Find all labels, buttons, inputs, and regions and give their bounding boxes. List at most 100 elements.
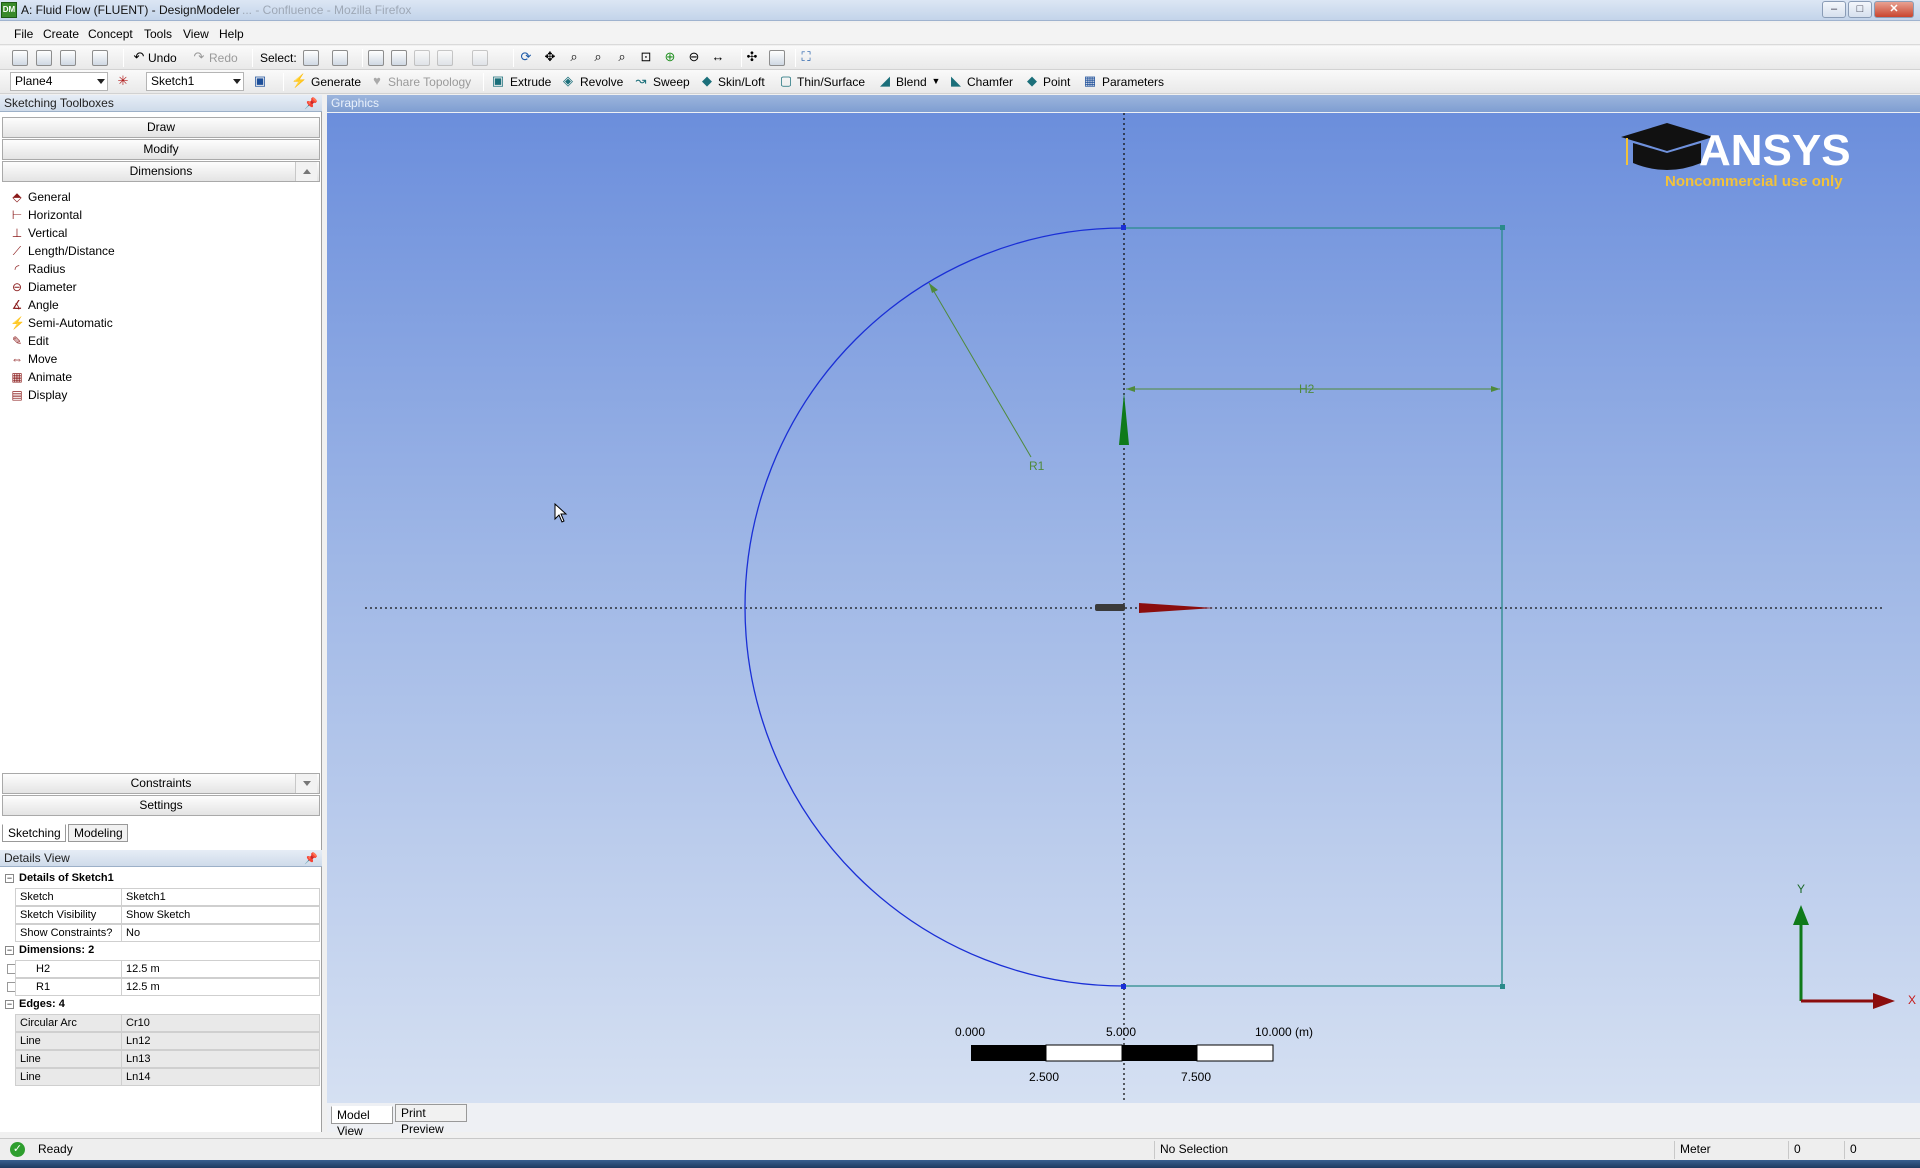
draw-section-button[interactable]: Draw bbox=[2, 117, 320, 138]
redo-button[interactable]: Redo bbox=[209, 51, 238, 65]
dimension-tool-horizontal[interactable]: ⊢ Horizontal bbox=[8, 206, 298, 224]
point-button[interactable]: Point bbox=[1043, 75, 1070, 89]
generate-icon[interactable]: ⚡ bbox=[291, 73, 307, 89]
sweep-icon[interactable]: ↝ bbox=[634, 73, 648, 89]
dimension-tool-move[interactable]: ⇔ Move bbox=[8, 350, 298, 368]
sketch-select[interactable]: Sketch1 bbox=[146, 72, 244, 91]
blend-icon[interactable]: ◢ bbox=[878, 73, 892, 89]
thin-surface-button[interactable]: Thin/Surface bbox=[797, 75, 865, 89]
zoom-fit-icon[interactable]: ⌕ bbox=[615, 49, 629, 65]
share-topology-icon[interactable]: ♥ bbox=[370, 73, 384, 89]
extend-selection-icon[interactable] bbox=[472, 50, 488, 66]
dimension-tool-display[interactable]: ▤ Display bbox=[8, 386, 298, 404]
share-topology-button[interactable]: Share Topology bbox=[388, 75, 471, 89]
screenshot-icon[interactable] bbox=[92, 50, 108, 66]
details-property-value[interactable]: Ln14 bbox=[121, 1068, 320, 1086]
dimension-tool-semi-automatic[interactable]: ⚡ Semi-Automatic bbox=[8, 314, 298, 332]
collapse-icon[interactable]: − bbox=[5, 874, 14, 883]
parameters-button[interactable]: Parameters bbox=[1102, 75, 1164, 89]
menu-view[interactable]: View bbox=[183, 27, 209, 41]
details-group-sketch[interactable]: − Details of Sketch1 bbox=[2, 870, 320, 888]
plane-select[interactable]: Plane4 bbox=[10, 72, 108, 91]
select-faces-icon[interactable] bbox=[414, 50, 430, 66]
blend-button[interactable]: Blend bbox=[896, 75, 927, 89]
tab-modeling[interactable]: Modeling bbox=[68, 824, 128, 842]
tab-model-view[interactable]: Model View bbox=[331, 1106, 393, 1138]
pin-icon[interactable]: 📌 bbox=[304, 851, 318, 867]
dimension-tool-edit[interactable]: ✎ Edit bbox=[8, 332, 298, 350]
constraints-section-button[interactable]: Constraints bbox=[2, 773, 320, 794]
details-property-value[interactable]: 12.5 m bbox=[121, 960, 320, 978]
scroll-down-icon[interactable] bbox=[295, 774, 317, 793]
details-group-dimensions[interactable]: − Dimensions: 2 bbox=[2, 942, 320, 960]
details-property-value[interactable]: No bbox=[121, 924, 320, 942]
details-property-value[interactable]: Cr10 bbox=[121, 1014, 320, 1032]
dimension-tool-animate[interactable]: ▦ Animate bbox=[8, 368, 298, 386]
menu-help[interactable]: Help bbox=[219, 27, 244, 41]
box-zoom-icon[interactable]: ⌕ bbox=[591, 49, 605, 65]
revolve-icon[interactable]: ◈ bbox=[561, 73, 575, 89]
details-property-value[interactable]: Sketch1 bbox=[121, 888, 320, 906]
dimension-r1-label[interactable]: R1 bbox=[1029, 459, 1045, 473]
select-new-icon[interactable] bbox=[303, 50, 319, 66]
dimension-tool-diameter[interactable]: ⊖ Diameter bbox=[8, 278, 298, 296]
sketch-vertex[interactable] bbox=[1121, 225, 1126, 230]
graphics-viewport[interactable]: H2 R1 0.000 5.000 10.000 (m) 2.500 7.500 bbox=[327, 113, 1920, 1103]
iso-view-icon[interactable] bbox=[769, 50, 785, 66]
sketch-vertex[interactable] bbox=[1500, 984, 1505, 989]
magnifier-icon[interactable]: ⊡ bbox=[639, 49, 653, 65]
dimension-tool-general[interactable]: ⬘ General bbox=[8, 188, 298, 206]
new-plane-icon[interactable]: ✳ bbox=[116, 73, 130, 89]
extrude-icon[interactable]: ▣ bbox=[491, 73, 505, 89]
chevron-down-icon[interactable]: ▼ bbox=[929, 73, 943, 89]
settings-section-button[interactable]: Settings bbox=[2, 795, 320, 816]
zoom-out-icon[interactable]: ⊖ bbox=[687, 49, 701, 65]
sketch-vertex[interactable] bbox=[1121, 984, 1126, 989]
look-at-icon[interactable]: ✣ bbox=[745, 49, 759, 65]
modify-section-button[interactable]: Modify bbox=[2, 139, 320, 160]
pin-icon[interactable]: 📌 bbox=[304, 96, 318, 112]
tab-sketching[interactable]: Sketching bbox=[2, 824, 66, 842]
sketch-canvas[interactable]: H2 R1 0.000 5.000 10.000 (m) 2.500 7.500 bbox=[327, 113, 1920, 1103]
tab-print-preview[interactable]: Print Preview bbox=[395, 1104, 467, 1136]
dimension-tool-length-distance[interactable]: ⟋ Length/Distance bbox=[8, 242, 298, 260]
details-property-value[interactable]: Ln13 bbox=[121, 1050, 320, 1068]
menu-concept[interactable]: Concept bbox=[88, 27, 133, 41]
pan-icon[interactable]: ✥ bbox=[543, 49, 557, 65]
details-property-value[interactable]: 12.5 m bbox=[121, 978, 320, 996]
dimension-r1-line[interactable] bbox=[928, 282, 1032, 458]
units-status[interactable]: Meter bbox=[1674, 1141, 1788, 1159]
details-property-value[interactable]: Ln12 bbox=[121, 1032, 320, 1050]
rotate-icon[interactable]: ⟳ bbox=[519, 49, 533, 65]
parameters-icon[interactable]: ▦ bbox=[1083, 73, 1097, 89]
collapse-icon[interactable]: − bbox=[5, 1000, 14, 1009]
select-bodies-icon[interactable] bbox=[437, 50, 453, 66]
close-button[interactable]: ✕ bbox=[1874, 1, 1914, 18]
details-property-value[interactable]: Show Sketch bbox=[121, 906, 320, 924]
zoom-in-icon[interactable]: ⊕ bbox=[663, 49, 677, 65]
generate-button[interactable]: Generate bbox=[311, 75, 361, 89]
menu-file[interactable]: File bbox=[14, 27, 33, 41]
maximize-button[interactable]: □ bbox=[1848, 1, 1872, 18]
redo-icon[interactable]: ↷ bbox=[192, 49, 206, 65]
revolve-button[interactable]: Revolve bbox=[580, 75, 623, 89]
zoom-icon[interactable]: ⌕ bbox=[567, 49, 581, 65]
point-icon[interactable]: ◆ bbox=[1025, 73, 1039, 89]
thin-surface-icon[interactable]: ▢ bbox=[779, 73, 793, 89]
minimize-button[interactable]: – bbox=[1822, 1, 1846, 18]
sketch-circular-arc[interactable] bbox=[744, 227, 1125, 987]
chamfer-icon[interactable]: ◣ bbox=[949, 73, 963, 89]
save-icon[interactable] bbox=[36, 50, 52, 66]
skin-loft-button[interactable]: Skin/Loft bbox=[718, 75, 765, 89]
undo-button[interactable]: Undo bbox=[148, 51, 177, 65]
display-toggle-icon[interactable]: ⛶ bbox=[799, 49, 813, 65]
new-sketch-icon[interactable]: ▣ bbox=[253, 73, 267, 89]
skin-loft-icon[interactable]: ◆ bbox=[700, 73, 714, 89]
select-points-icon[interactable] bbox=[368, 50, 384, 66]
scroll-up-icon[interactable] bbox=[295, 162, 317, 181]
menu-tools[interactable]: Tools bbox=[144, 27, 172, 41]
chamfer-button[interactable]: Chamfer bbox=[967, 75, 1013, 89]
dimension-tool-vertical[interactable]: ⊥ Vertical bbox=[8, 224, 298, 242]
extrude-button[interactable]: Extrude bbox=[510, 75, 551, 89]
sketch-vertex[interactable] bbox=[1500, 225, 1505, 230]
